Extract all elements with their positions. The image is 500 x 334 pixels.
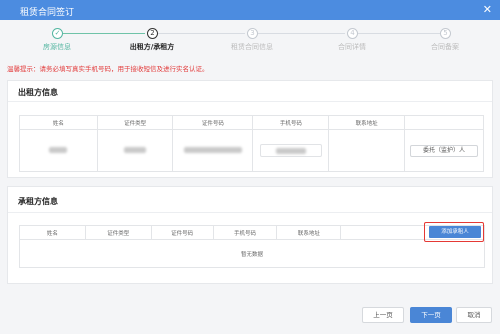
step-5-number: 5 [440,28,451,39]
step-connector [63,33,145,34]
step-2-label: 出租方/承租方 [129,43,175,51]
column-header: 手机号码 [212,225,278,240]
column-header: 联系地址 [328,115,406,130]
lessor-panel: 出租方信息 姓名 证件类型 证件号码 手机号码 联系地址 委托（监护）人 [7,80,493,178]
column-header: 证件号码 [150,225,214,240]
lessee-panel-title: 承租方信息 [18,197,58,206]
id-number-cell [172,129,254,172]
divider [8,101,492,102]
step-connector [358,33,440,34]
lessor-table: 姓名 证件类型 证件号码 手机号码 联系地址 委托（监护）人 [19,115,484,172]
step-4-label: 合同详情 [338,43,366,51]
column-header: 姓名 [19,115,98,130]
name-cell [19,129,98,172]
table-header-row: 姓名 证件类型 证件号码 手机号码 联系地址 [19,115,484,130]
step-5-label: 合同备案 [431,43,459,51]
column-header: 联系地址 [276,225,342,240]
next-button[interactable]: 下一页 [410,307,452,323]
cancel-button[interactable]: 取消 [456,307,492,323]
close-icon[interactable]: ✕ [483,3,492,16]
column-header: 证件号码 [172,115,254,130]
step-2-number: 2 [147,28,158,39]
divider [8,212,492,213]
step-1-label: 房源信息 [43,43,71,51]
table-row: 委托（监护）人 [19,129,484,172]
step-4-number: 4 [347,28,358,39]
prev-button[interactable]: 上一页 [362,307,404,323]
empty-row: 暂无数据 [19,239,485,268]
delegate-button[interactable]: 委托（监护）人 [410,144,478,157]
dialog-titlebar: 租赁合同签订 ✕ [0,0,500,20]
phone-cell [252,129,330,172]
column-header: 手机号码 [252,115,330,130]
step-3-label: 租赁合同信息 [231,43,273,51]
lessor-panel-title: 出租方信息 [18,88,58,97]
lessee-panel: 承租方信息 姓名 证件类型 证件号码 手机号码 联系地址 暂无数据 [7,186,493,284]
progress-stepper: ✓ 房源信息 2 出租方/承租方 3 租赁合同信息 4 合同详情 5 合同备案 [0,28,500,58]
address-cell [328,129,406,172]
step-connector [158,33,245,34]
warning-tip: 温馨提示：请务必填写真实手机号码，用于接收短信及进行实名认证。 [7,65,209,73]
column-header [404,115,484,130]
empty-cell: 暂无数据 [19,239,485,268]
step-1-check-icon: ✓ [52,28,63,39]
id-type-cell [96,129,174,172]
column-header: 姓名 [19,225,86,240]
column-header: 证件类型 [84,225,152,240]
dialog-title: 租赁合同签订 [20,8,75,18]
phone-field[interactable] [259,144,322,157]
redacted-id-number [183,147,242,154]
step-3-number: 3 [247,28,258,39]
table-header-row: 姓名 证件类型 证件号码 手机号码 联系地址 [19,225,485,240]
step-connector [258,33,345,34]
redacted-id-type [124,147,147,154]
redacted-phone [275,148,306,154]
column-header: 证件类型 [96,115,174,130]
add-lessee-button[interactable]: 添加承租人 [429,226,481,238]
lessee-table: 姓名 证件类型 证件号码 手机号码 联系地址 暂无数据 [19,225,485,268]
empty-text: 暂无数据 [240,251,263,258]
action-cell: 委托（监护）人 [404,129,484,172]
redacted-name [49,147,68,154]
